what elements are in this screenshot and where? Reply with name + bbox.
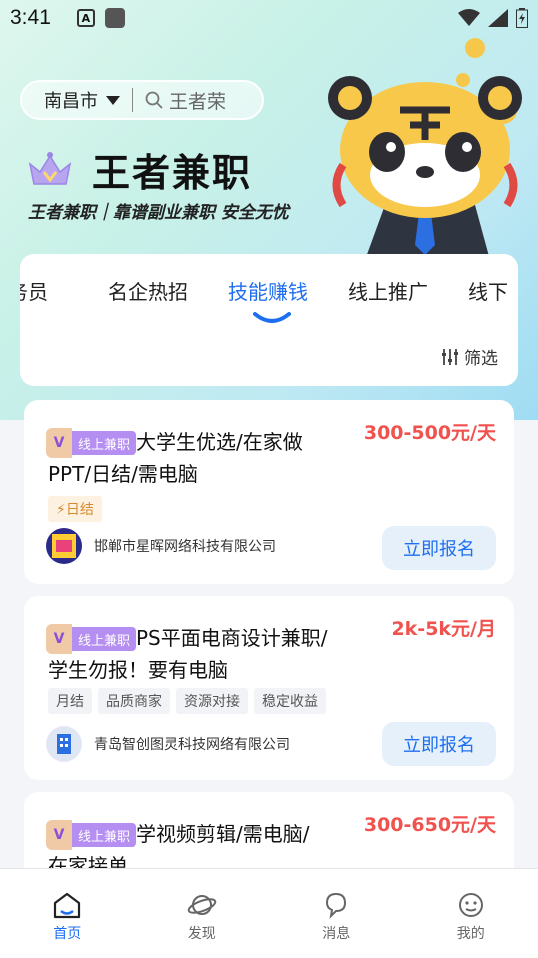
company-name: 邯郸市星晖网络科技有限公司	[94, 539, 276, 555]
nav-profile-label: 我的	[456, 926, 485, 942]
tab-online-promotion[interactable]: 线上推广	[348, 276, 428, 305]
company-row: 邯郸市星晖网络科技有限公司	[46, 528, 276, 564]
job-salary: 300-650元/天	[363, 814, 496, 836]
nav-discover-label: 发现	[187, 926, 216, 942]
face-icon	[458, 893, 483, 917]
search-input[interactable]: 王者荣	[169, 87, 226, 114]
filter-icon	[442, 348, 458, 365]
brand-title: 王者兼职	[92, 151, 253, 195]
nav-home[interactable]: 首页	[0, 869, 135, 958]
nav-messages[interactable]: 消息	[269, 869, 404, 958]
perk-tag: 资源对接	[176, 688, 248, 714]
company-row: 青岛智创图灵科技网络有限公司	[46, 726, 290, 762]
perk-tag: 品质商家	[98, 688, 170, 714]
planet-icon	[187, 895, 217, 915]
signal-icon	[488, 9, 508, 27]
filter-button[interactable]: 筛选	[441, 344, 498, 369]
job-salary: 2k-5k元/月	[391, 618, 496, 640]
apply-button[interactable]: 立即报名	[382, 526, 496, 570]
job-card[interactable]: V 线上兼职 PS平面电商设计兼职/学生勿报！要有电脑 2k-5k元/月 月结 …	[24, 596, 514, 780]
nav-profile[interactable]: 我的	[404, 869, 538, 958]
company-name: 青岛智创图灵科技网络有限公司	[94, 737, 290, 753]
status-time: 3:41	[10, 6, 51, 29]
company-logo	[46, 528, 82, 564]
job-perks: 月结 品质商家 资源对接 稳定收益	[48, 688, 326, 714]
bottom-navigation: 首页 发现 消息 我的	[0, 868, 538, 958]
job-card[interactable]: V 线上兼职 大学生优选/在家做PPT/日结/需电脑 300-500元/天 ⚡日…	[24, 400, 514, 584]
nav-messages-label: 消息	[322, 926, 351, 942]
location-search-bar[interactable]: 南昌市 王者荣	[20, 80, 264, 120]
perk-daily-pay: ⚡日结	[48, 496, 102, 522]
job-salary: 300-500元/天	[363, 422, 496, 444]
slogan: 王者兼职｜靠谱副业兼职 安全无忧	[28, 203, 289, 223]
tiger-mascot-image	[328, 38, 522, 260]
nav-discover[interactable]: 发现	[135, 869, 270, 958]
city-selector[interactable]: 南昌市	[44, 87, 98, 113]
active-tab-indicator	[253, 312, 291, 323]
wifi-icon	[458, 9, 480, 26]
job-title: PS平面电商设计兼职/学生勿报！要有电脑	[48, 626, 328, 682]
home-icon	[54, 892, 81, 919]
building-logo-icon	[46, 726, 82, 762]
nav-home-label: 首页	[53, 926, 82, 942]
app-notification-icon	[104, 8, 125, 28]
tab-offline[interactable]: 线下	[468, 276, 508, 305]
apply-button[interactable]: 立即报名	[382, 722, 496, 766]
battery-icon	[516, 8, 528, 28]
filter-label: 筛选	[464, 349, 498, 369]
message-icon	[326, 892, 347, 919]
tab-skill-earning[interactable]: 技能赚钱	[228, 276, 308, 305]
job-title: 大学生优选/在家做PPT/日结/需电脑	[48, 430, 303, 486]
a-notification-icon: A	[76, 9, 95, 27]
category-tabs-card: 务员 名企热招 技能赚钱 线上推广 线下 筛选	[20, 254, 518, 386]
caret-down-icon[interactable]	[106, 95, 120, 105]
search-icon	[145, 91, 163, 109]
job-perks: ⚡日结	[48, 496, 102, 522]
perk-tag: 月结	[48, 688, 92, 714]
divider	[132, 88, 133, 112]
perk-tag: 稳定收益	[254, 688, 326, 714]
tab-famous-companies[interactable]: 名企热招	[108, 276, 188, 305]
brand-row: 王者兼职	[26, 142, 252, 197]
tab-waiter[interactable]: 务员	[20, 276, 48, 305]
crown-icon	[28, 151, 72, 185]
